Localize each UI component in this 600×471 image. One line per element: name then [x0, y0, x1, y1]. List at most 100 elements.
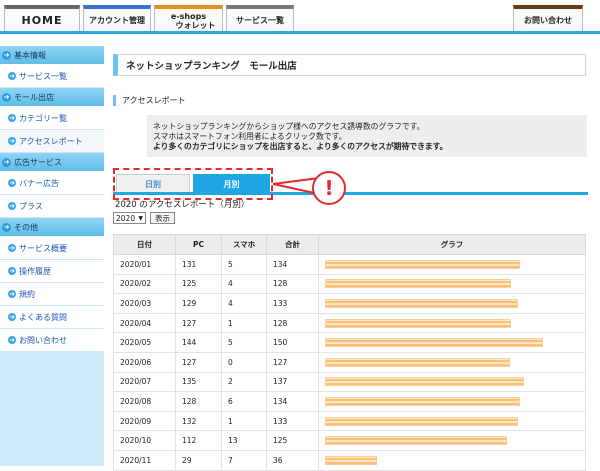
sidebar-item-plus[interactable]: ➜ プラス — [0, 195, 104, 218]
sidebar-item-overview[interactable]: ➜ サービス概要 — [0, 237, 104, 260]
sidebar: ➜ 基本情報 ➜ サービス一覧 ➜ モール出店 ➜ カテゴリー覧 ➜ アクセスレポート ➜… — [0, 46, 104, 466]
info-line-bold: より多くのカテゴリにショップを出店すると、より多くのアクセスが期待できます。 — [153, 142, 448, 151]
tab-service[interactable]: サービス一覧 — [226, 5, 294, 32]
table-header-row: 日付 PC スマホ 合計 グラフ — [113, 234, 586, 255]
cell-total: 125 — [266, 430, 319, 451]
table-body: 2020/01 131 5 134 2020/02 125 4 128 2020/03 129 4 1… — [113, 254, 586, 471]
arrow-circle-icon: ➜ — [8, 114, 16, 122]
cell-total: 134 — [266, 254, 319, 275]
tab-wallet[interactable]: e-shops ウォレット — [154, 5, 223, 32]
cell-smartphone: 5 — [221, 254, 267, 275]
cell-smartphone: 4 — [221, 273, 267, 295]
sidebar-item-label: アクセスレポート — [19, 136, 83, 146]
cell-pc: 128 — [175, 391, 222, 412]
exclamation-callout-icon: ! — [273, 171, 346, 205]
sidebar-heading-ads: ➜ 広告サービス — [0, 153, 104, 172]
tab-wallet-label-2: ウォレット — [175, 20, 216, 30]
cell-graph — [318, 332, 586, 353]
sidebar-heading-label: 広告サービス — [14, 157, 62, 167]
arrow-circle-icon: ➜ — [8, 313, 16, 321]
chevron-down-icon: ▼ — [138, 214, 143, 222]
cell-pc: 144 — [175, 332, 222, 353]
cell-pc: 112 — [175, 430, 222, 451]
report-controls: 2020 ▼ 表示 — [113, 212, 175, 224]
arrow-circle-icon: ➜ — [8, 336, 16, 344]
column-header: PC — [175, 234, 222, 255]
cell-graph — [318, 351, 586, 373]
cell-smartphone: 1 — [221, 410, 267, 432]
cell-date: 2020/04 — [113, 312, 176, 334]
cell-graph — [318, 293, 586, 314]
cell-graph — [318, 449, 586, 471]
arrow-circle-icon: ➜ — [8, 72, 16, 80]
sidebar-item-label: 操作履歴 — [19, 266, 51, 276]
show-button[interactable]: 表示 — [150, 212, 175, 224]
cell-smartphone: 6 — [221, 391, 267, 412]
sidebar-item-service-list[interactable]: ➜ サービス一覧 — [0, 65, 104, 88]
year-select-value: 2020 — [116, 213, 136, 223]
cell-pc: 127 — [175, 312, 222, 334]
sidebar-item-faq[interactable]: ➜ よくある質問 — [0, 306, 104, 329]
cell-date: 2020/09 — [113, 410, 176, 432]
sidebar-heading-mall: ➜ モール出店 — [0, 88, 104, 107]
cell-total: 137 — [266, 371, 319, 393]
cell-graph — [318, 273, 586, 295]
tab-wallet-label-1: e-shops — [170, 11, 207, 21]
table-row: 2020/09 132 1 133 — [113, 410, 586, 432]
table-row: 2020/11 29 7 36 — [113, 449, 586, 471]
table-row: 2020/03 129 4 133 — [113, 293, 586, 314]
cell-total: 150 — [266, 332, 319, 353]
bar — [325, 396, 520, 406]
tab-account[interactable]: アカウント管理 — [83, 5, 151, 32]
cell-date: 2020/01 — [113, 254, 176, 275]
sidebar-item-banner[interactable]: ➜ バナー広告 — [0, 172, 104, 195]
table-row: 2020/07 135 2 137 — [113, 371, 586, 393]
cell-smartphone: 5 — [221, 332, 267, 353]
arrow-circle-icon: ➜ — [8, 244, 16, 252]
cell-pc: 125 — [175, 273, 222, 295]
table-row: 2020/01 131 5 134 — [113, 254, 586, 275]
sidebar-item-terms[interactable]: ➜ 規約 — [0, 283, 104, 306]
cell-graph — [318, 371, 586, 393]
cell-date: 2020/03 — [113, 293, 176, 314]
cell-pc: 131 — [175, 254, 222, 275]
bar — [325, 298, 518, 308]
cell-graph — [318, 410, 586, 432]
cell-date: 2020/05 — [113, 332, 176, 353]
sidebar-item-history[interactable]: ➜ 操作履歴 — [0, 260, 104, 283]
cell-total: 127 — [266, 351, 319, 373]
sidebar-item-label: お問い合わせ — [19, 335, 67, 345]
arrow-circle-icon: ➜ — [8, 290, 16, 298]
top-navigation: HOME アカウント管理 e-shops ウォレット サービス一覧 お問い合わせ — [0, 0, 600, 34]
page-title: ネットショップランキング モール出店 — [113, 54, 586, 76]
cell-smartphone: 1 — [221, 312, 267, 334]
year-select[interactable]: 2020 ▼ — [113, 212, 146, 224]
arrow-circle-icon: ➜ — [2, 92, 11, 102]
tab-account-label: アカウント管理 — [89, 16, 145, 25]
cell-date: 2020/02 — [113, 273, 176, 295]
cell-pc: 29 — [175, 449, 222, 471]
column-header: 合計 — [266, 234, 319, 255]
sidebar-heading-label: 基本情報 — [14, 50, 46, 60]
bar — [325, 279, 511, 289]
cell-smartphone: 0 — [221, 351, 267, 373]
sidebar-item-label: カテゴリー覧 — [19, 113, 67, 123]
arrow-circle-icon: ➜ — [8, 137, 16, 145]
cell-pc: 127 — [175, 351, 222, 373]
tab-contact[interactable]: お問い合わせ — [513, 5, 583, 32]
section-subtitle: アクセスレポート — [113, 95, 186, 106]
sidebar-item-access-report[interactable]: ➜ アクセスレポート — [0, 130, 104, 153]
sidebar-heading-label: その他 — [14, 222, 38, 232]
sidebar-item-category[interactable]: ➜ カテゴリー覧 — [0, 107, 104, 130]
arrow-circle-icon: ➜ — [2, 50, 11, 60]
cell-date: 2020/08 — [113, 391, 176, 412]
cell-total: 134 — [266, 391, 319, 412]
sidebar-item-contact[interactable]: ➜ お問い合わせ — [0, 329, 104, 352]
bar — [325, 318, 511, 328]
table-row: 2020/02 125 4 128 — [113, 273, 586, 295]
bar — [325, 338, 543, 348]
cell-graph — [318, 312, 586, 334]
sidebar-item-label: サービス概要 — [19, 243, 67, 253]
tab-home[interactable]: HOME — [4, 5, 80, 32]
table-row: 2020/10 112 13 125 — [113, 430, 586, 451]
